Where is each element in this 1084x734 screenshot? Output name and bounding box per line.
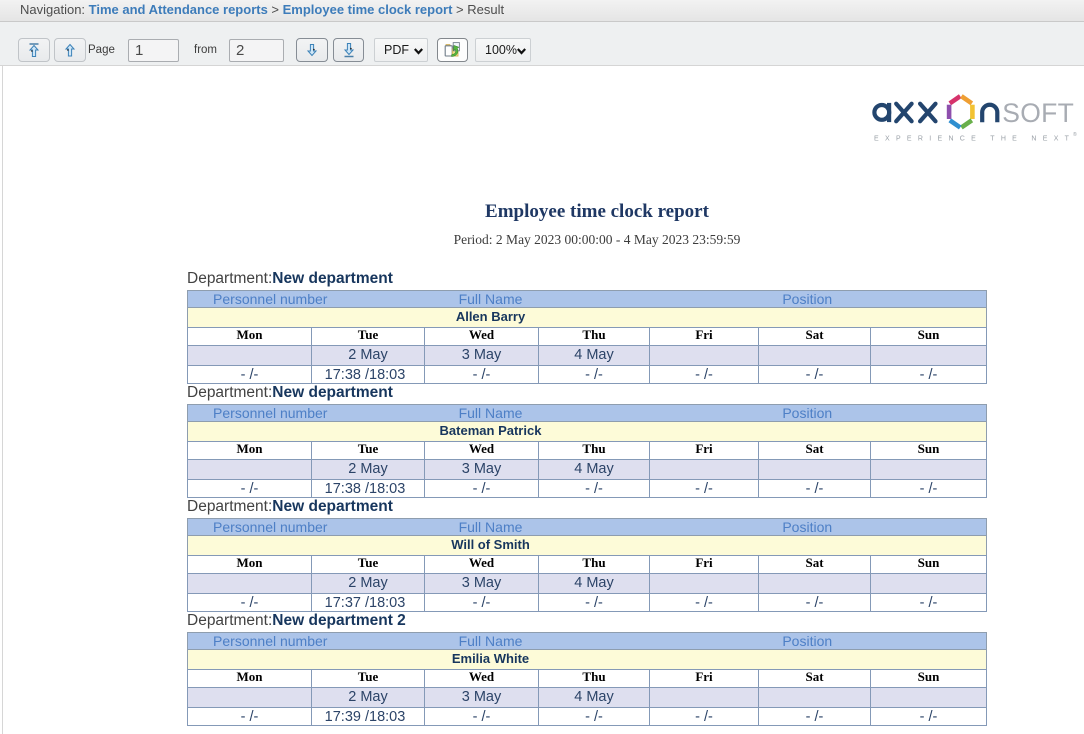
svg-text:SOFT: SOFT	[1002, 98, 1074, 128]
svg-text:EXPERIENCE THE NEXT: EXPERIENCE THE NEXT	[874, 136, 1075, 143]
svg-text:®: ®	[1073, 131, 1077, 138]
